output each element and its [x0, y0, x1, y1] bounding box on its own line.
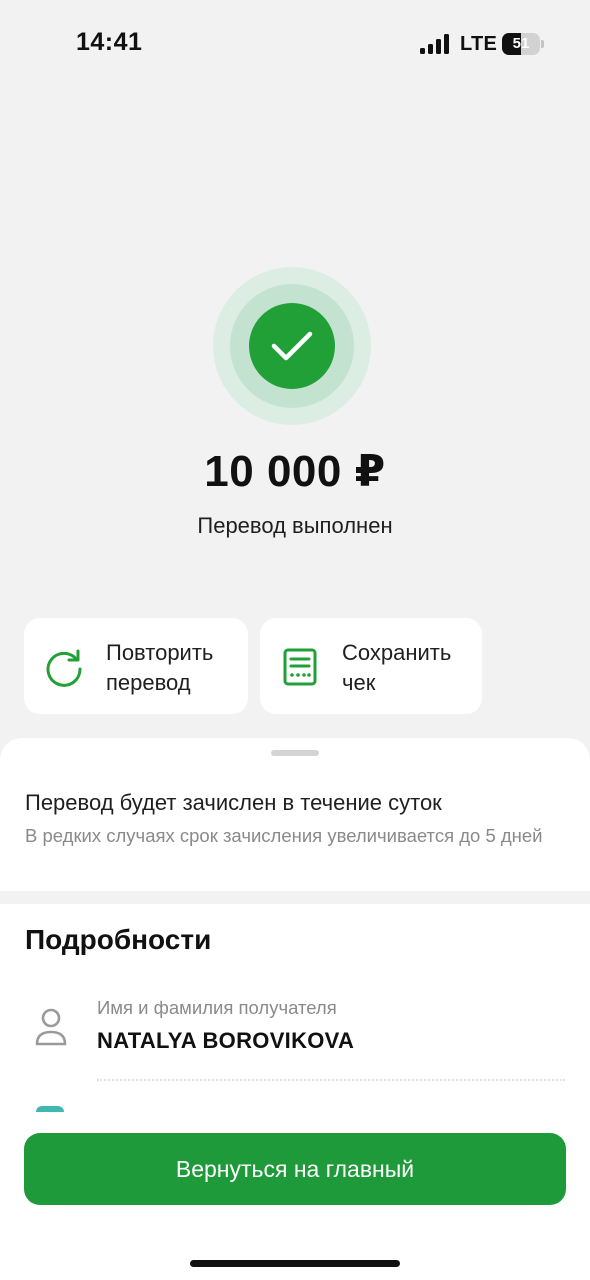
- save-receipt-label: Сохранить чек: [342, 640, 452, 695]
- battery-cap: [541, 40, 544, 48]
- notice-subtitle: В редких случаях срок зачисления увеличи…: [25, 825, 543, 846]
- recipient-name-value: NATALYA BOROVIKOVA: [97, 1028, 355, 1053]
- save-receipt-button[interactable]: Сохранить чек: [260, 618, 482, 714]
- home-indicator[interactable]: [190, 1260, 400, 1267]
- recipient-name-label: Имя и фамилия получателя: [97, 997, 337, 1018]
- repeat-icon: [44, 647, 84, 687]
- status-bar: 14:41 LTE 51: [0, 0, 590, 90]
- notice-title: Перевод будет зачислен в течение суток: [25, 790, 442, 815]
- repeat-transfer-label: Повторить перевод: [106, 640, 214, 695]
- transfer-status: Перевод выполнен: [197, 513, 393, 538]
- battery-level: 51: [512, 35, 530, 52]
- back-to-main-button[interactable]: Вернуться на главный: [24, 1133, 566, 1205]
- section-divider: [0, 891, 590, 904]
- checkmark-icon: [249, 303, 335, 389]
- receipt-icon: [280, 647, 320, 687]
- signal-strength-icon: [420, 34, 450, 54]
- status-time: 14:41: [76, 28, 143, 56]
- sheet-grabber[interactable]: [271, 750, 319, 756]
- success-badge: [213, 267, 371, 425]
- details-title: Подробности: [25, 924, 212, 955]
- battery-icon: 51: [502, 33, 540, 55]
- network-type: LTE: [460, 33, 498, 55]
- field-separator: [97, 1079, 565, 1081]
- repeat-transfer-button[interactable]: Повторить перевод: [24, 618, 248, 714]
- next-field-icon: [36, 1106, 64, 1112]
- back-to-main-label: Вернуться на главный: [175, 1155, 415, 1182]
- person-icon: [32, 1006, 70, 1048]
- transfer-amount: 10 000 ₽: [204, 447, 386, 496]
